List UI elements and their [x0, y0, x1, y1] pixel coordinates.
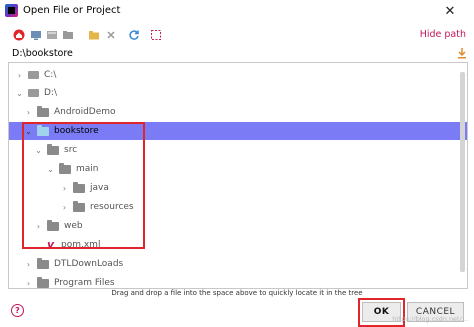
tree-scrollbar[interactable]: [460, 64, 466, 287]
folder-icon: [37, 257, 49, 269]
close-window-button[interactable]: ✕: [430, 0, 470, 22]
chevron-right-icon[interactable]: ›: [15, 71, 24, 80]
drive-icon: [28, 89, 39, 97]
tree-item-label: AndroidDemo: [54, 107, 116, 117]
download-icon[interactable]: [456, 47, 468, 59]
tree-item-dtldownloads[interactable]: › DTLDownLoads: [9, 255, 467, 273]
project-icon[interactable]: [45, 28, 59, 42]
chevron-right-icon[interactable]: ›: [24, 279, 33, 288]
new-folder-icon[interactable]: [87, 28, 101, 42]
path-field[interactable]: D:\bookstore: [8, 46, 468, 62]
watermark: https://blog.csdn.net/...: [392, 315, 468, 323]
home-icon[interactable]: [12, 28, 26, 42]
desktop-icon[interactable]: [29, 28, 43, 42]
chevron-down-icon[interactable]: ⌄: [15, 89, 24, 98]
tree-item-d-drive[interactable]: ⌄ D:\: [9, 84, 467, 102]
hide-path-link[interactable]: Hide path: [420, 29, 466, 40]
path-input[interactable]: D:\bookstore: [12, 48, 73, 59]
drive-icon: [28, 71, 39, 79]
chevron-right-icon[interactable]: ›: [24, 260, 33, 269]
refresh-icon[interactable]: [127, 28, 141, 42]
delete-icon[interactable]: [104, 28, 118, 42]
help-icon[interactable]: ?: [11, 304, 24, 317]
tree-item-androiddemo[interactable]: › AndroidDemo: [9, 103, 467, 121]
tree-item-label: D:\: [44, 88, 57, 98]
intellij-app-icon: [5, 4, 18, 17]
tree-item-label: DTLDownLoads: [54, 259, 124, 269]
folder-icon: [37, 105, 49, 117]
title-bar: Open File or Project ✕: [0, 0, 474, 22]
annotation-highlight-project: [22, 122, 145, 249]
tree-item-label: C:\: [44, 70, 57, 80]
drag-drop-hint: Drag and drop a file into the space abov…: [111, 289, 363, 297]
chevron-right-icon[interactable]: ›: [24, 108, 33, 117]
tree-item-c-drive[interactable]: › C:\: [9, 66, 467, 84]
show-hidden-icon[interactable]: [149, 28, 163, 42]
scrollbar-thumb[interactable]: [460, 72, 465, 272]
toolbar: Hide path: [0, 25, 474, 45]
folder-icon: [37, 276, 49, 288]
tree-item-program-files[interactable]: › Program Files: [9, 274, 467, 288]
tree-item-label: Program Files: [54, 278, 115, 288]
module-icon[interactable]: [61, 28, 75, 42]
window-title: Open File or Project: [23, 5, 121, 16]
